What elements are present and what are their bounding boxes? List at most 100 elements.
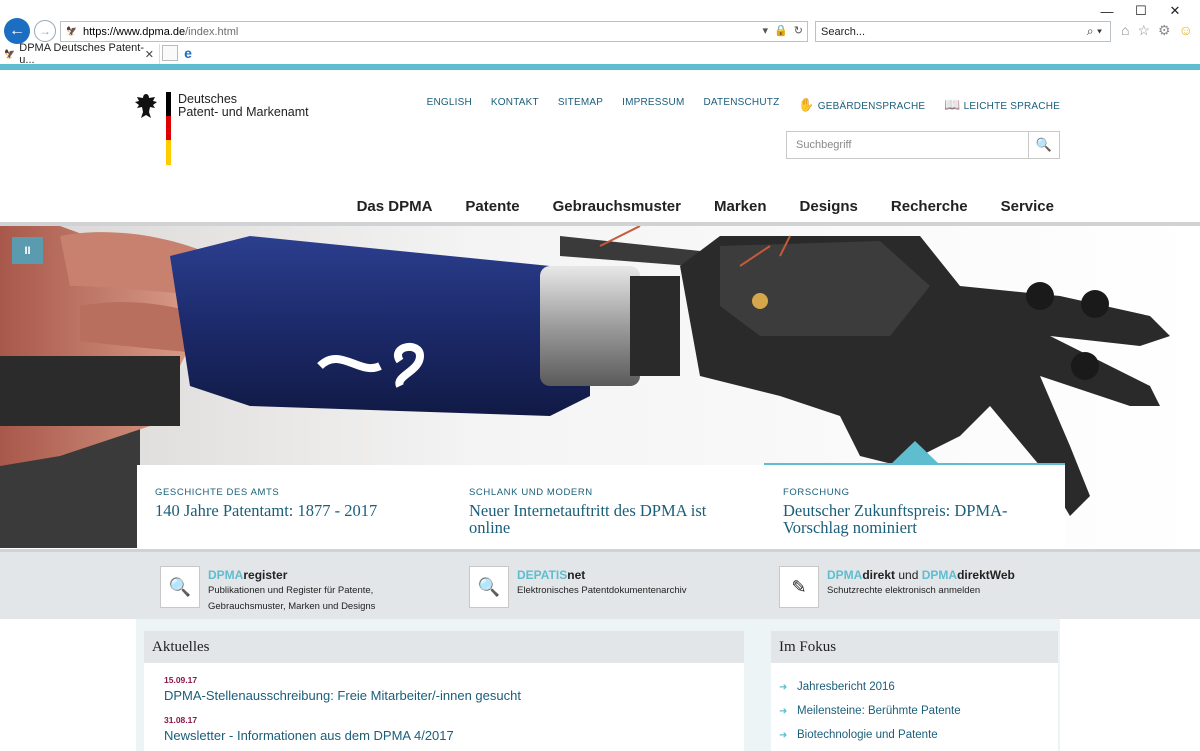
- new-tab-button[interactable]: [162, 45, 178, 61]
- lock-icon[interactable]: 🔒: [774, 24, 788, 37]
- news-panel: Aktuelles 15.09.17 DPMA-Stellenausschrei…: [144, 631, 744, 751]
- teaser-internetauftritt[interactable]: SCHLANK UND MODERN Neuer Internetauftrit…: [451, 465, 751, 549]
- dpma-logo[interactable]: Deutsches Patent- und Markenamt: [133, 92, 313, 168]
- browser-chrome: — ☐ ✕ ← → 🦅 https://www.dpma.de/index.ht…: [0, 0, 1200, 70]
- nav-gebaerdensprache-label: GEBÄRDENSPRACHE: [817, 101, 926, 112]
- chevron-right-icon: ➜: [779, 681, 788, 693]
- teaser-title: Deutscher Zukunftspreis: DPMA-Vorschlag …: [783, 501, 1008, 537]
- hero-teasers: GESCHICHTE DES AMTS 140 Jahre Patentamt:…: [137, 465, 1065, 549]
- forward-button[interactable]: →: [34, 20, 56, 42]
- site-search: 🔍: [786, 131, 1060, 159]
- focus-item-label: Meilensteine: Berühmte Patente: [797, 705, 961, 717]
- service-suffix2: direktWeb: [957, 568, 1015, 582]
- arrow-left-icon: ←: [9, 22, 25, 39]
- mainnav-recherche[interactable]: Recherche: [891, 198, 968, 215]
- maximize-icon[interactable]: ☐: [1124, 2, 1158, 20]
- service-dpmaregister[interactable]: 🔍 DPMAregister Publikationen und Registe…: [160, 566, 375, 612]
- news-item: 31.08.17 Newsletter - Informationen aus …: [144, 715, 744, 743]
- site-search-button[interactable]: 🔍: [1028, 132, 1059, 158]
- news-date: 15.09.17: [164, 675, 198, 685]
- news-link[interactable]: DPMA-Stellenausschreibung: Freie Mitarbe…: [164, 688, 744, 703]
- search-icon: 🔍: [1035, 137, 1053, 152]
- nav-gebaerdensprache[interactable]: ✋ GEBÄRDENSPRACHE: [798, 97, 925, 113]
- service-dpmadirekt[interactable]: ✎ DPMAdirekt und DPMAdirektWeb Schutzrec…: [779, 566, 1015, 610]
- book-icon: 📖: [944, 97, 961, 112]
- service-prefix: DPMA: [827, 568, 863, 582]
- nav-kontakt[interactable]: KONTAKT: [491, 97, 539, 113]
- service-middle: und: [895, 568, 922, 582]
- teaser-kicker: FORSCHUNG: [783, 487, 850, 498]
- service-suffix: net: [567, 568, 586, 582]
- nav-sitemap[interactable]: SITEMAP: [558, 97, 603, 113]
- mainnav-patente[interactable]: Patente: [465, 198, 519, 215]
- browser-search-placeholder: Search...: [821, 25, 866, 38]
- teaser-kicker: SCHLANK UND MODERN: [469, 487, 593, 498]
- focus-item-label: Jahresbericht 2016: [797, 681, 895, 693]
- nav-leichte-sprache[interactable]: 📖 LEICHTE SPRACHE: [944, 97, 1060, 113]
- accent-bar: [0, 64, 1200, 70]
- mainnav-designs[interactable]: Designs: [800, 198, 858, 215]
- main-nav: Das DPMA Patente Gebrauchsmuster Marken …: [357, 198, 1054, 215]
- home-icon[interactable]: ⌂: [1121, 22, 1129, 39]
- gear-icon[interactable]: ⚙: [1158, 22, 1171, 39]
- focus-list: ➜ Jahresbericht 2016 ➜ Meilensteine: Berüh…: [771, 675, 1058, 747]
- browser-tab[interactable]: 🦅 DPMA Deutsches Patent- u... ✕: [4, 42, 160, 66]
- teaser-zukunftspreis[interactable]: FORSCHUNG Deutscher Zukunftspreis: DPMA-…: [765, 465, 1065, 549]
- service-prefix: DPMA: [208, 568, 244, 582]
- nav-datenschutz[interactable]: DATENSCHUTZ: [703, 97, 779, 113]
- magnifier-icon[interactable]: ⌕ ▾: [1087, 24, 1102, 39]
- mainnav-service[interactable]: Service: [1001, 198, 1054, 215]
- news-heading: Aktuelles: [144, 631, 744, 663]
- service-depatisnet[interactable]: 🔍 DEPATISnet Elektronisches Patentdokume…: [469, 566, 687, 610]
- service-desc: Elektronisches Patentdokumentenarchiv: [517, 585, 687, 596]
- close-window-icon[interactable]: ✕: [1158, 2, 1192, 20]
- eagle-icon: [133, 92, 161, 122]
- star-icon[interactable]: ☆: [1137, 22, 1150, 39]
- eagle-favicon-icon: 🦅: [4, 48, 16, 59]
- top-nav: ENGLISH KONTAKT SITEMAP IMPRESSUM DATENS…: [427, 97, 1060, 113]
- tab-title: DPMA Deutsches Patent- u...: [19, 42, 145, 66]
- focus-item[interactable]: ➜ Jahresbericht 2016: [779, 675, 1058, 699]
- minimize-icon[interactable]: —: [1090, 2, 1124, 20]
- mainnav-gebrauchsmuster[interactable]: Gebrauchsmuster: [553, 198, 681, 215]
- nav-impressum[interactable]: IMPRESSUM: [622, 97, 684, 113]
- service-prefix2: DPMA: [921, 568, 958, 582]
- mainnav-das-dpma[interactable]: Das DPMA: [357, 198, 433, 215]
- service-desc: Gebrauchsmuster, Marken und Designs: [208, 601, 376, 612]
- close-tab-icon[interactable]: ✕: [145, 48, 154, 61]
- focus-panel: Im Fokus ➜ Jahresbericht 2016 ➜ Meilenstei…: [771, 631, 1058, 751]
- mainnav-marken[interactable]: Marken: [714, 198, 767, 215]
- focus-item-label: Biotechnologie und Patente: [797, 729, 938, 741]
- active-teaser-marker: [890, 441, 940, 465]
- logo-line2: Patent- und Markenamt: [178, 105, 309, 119]
- edge-icon[interactable]: e: [180, 45, 196, 61]
- browser-toolbar-icons: ⌂ ☆ ⚙ ☺: [1121, 22, 1193, 39]
- back-button[interactable]: ←: [4, 18, 30, 44]
- teaser-title: 140 Jahre Patentamt: 1877 - 2017: [155, 501, 378, 520]
- service-prefix: DEPATIS: [517, 568, 568, 582]
- pause-button[interactable]: II: [12, 237, 43, 264]
- teaser-geschichte[interactable]: GESCHICHTE DES AMTS 140 Jahre Patentamt:…: [137, 465, 437, 549]
- smiley-icon[interactable]: ☺: [1179, 22, 1193, 39]
- dropdown-arrow-icon[interactable]: ▾: [763, 24, 769, 37]
- site-search-input[interactable]: [787, 132, 1028, 158]
- chevron-right-icon: ➜: [779, 705, 788, 717]
- chevron-right-icon: ➜: [779, 729, 788, 741]
- focus-item[interactable]: ➜ Biotechnologie und Patente: [779, 723, 1058, 747]
- address-bar[interactable]: 🦅 https://www.dpma.de/index.html ▾ 🔒 ↻: [60, 21, 808, 42]
- document-edit-icon: ✎: [779, 566, 819, 608]
- service-desc: Publikationen und Register für Patente,: [208, 585, 374, 596]
- news-item: 15.09.17 DPMA-Stellenausschreibung: Frei…: [144, 675, 744, 703]
- coins-search-icon: 🔍: [469, 566, 509, 608]
- flag-stripe: [166, 92, 171, 165]
- refresh-icon[interactable]: ↻: [794, 24, 803, 37]
- eagle-favicon-icon: 🦅: [66, 26, 78, 36]
- teaser-title: Neuer Internetauftritt des DPMA ist onli…: [469, 501, 707, 537]
- browser-search-box[interactable]: Search... ⌕ ▾: [815, 21, 1111, 42]
- nav-english[interactable]: ENGLISH: [427, 97, 472, 113]
- nav-leichte-sprache-label: LEICHTE SPRACHE: [963, 101, 1060, 112]
- news-link[interactable]: Newsletter - Informationen aus dem DPMA …: [164, 728, 744, 743]
- services-band: 🔍 DPMAregister Publikationen und Registe…: [0, 549, 1200, 619]
- url-host: https://www.dpma.de: [83, 25, 186, 38]
- focus-item[interactable]: ➜ Meilensteine: Berühmte Patente: [779, 699, 1058, 723]
